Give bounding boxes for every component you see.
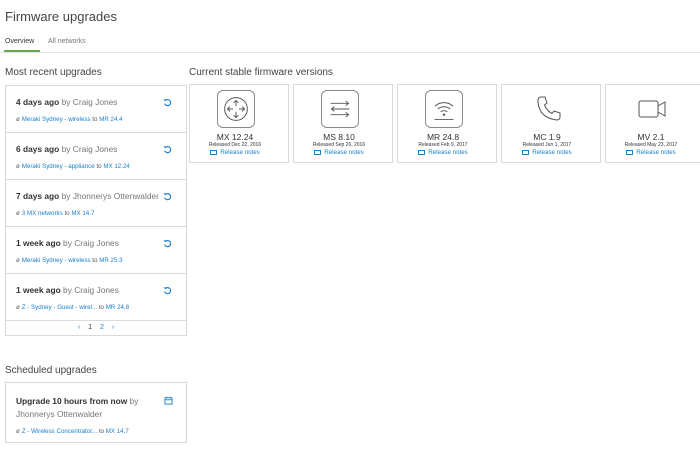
upgrade-item: 7 days ago by Jhonnerys Ottenwalder ø3 M… bbox=[6, 180, 186, 227]
network-icon: ø bbox=[16, 304, 20, 311]
tab-bar: Overview All networks bbox=[0, 33, 700, 53]
upgrade-time: 1 week ago bbox=[16, 285, 61, 295]
recent-upgrades-list: 4 days ago by Craig Jones ø Meraki Sydney… bbox=[5, 85, 187, 336]
network-link[interactable]: Meraki Sydney - appliance bbox=[22, 163, 95, 170]
notes-icon bbox=[418, 149, 426, 155]
upgrade-user: by Craig Jones bbox=[63, 285, 119, 295]
version-link[interactable]: MR 24.8 bbox=[106, 304, 129, 311]
release-notes-link[interactable]: Release notes bbox=[398, 149, 488, 156]
version-link[interactable]: MR 25.3 bbox=[99, 257, 122, 264]
to-label: to bbox=[98, 304, 104, 311]
to-label: to bbox=[64, 210, 70, 217]
notes-icon bbox=[314, 149, 322, 155]
scheduled-upgrade-item: Upgrade 10 hours from now by Jhonnerys O… bbox=[5, 382, 187, 443]
rollback-icon[interactable] bbox=[163, 286, 172, 295]
camera-icon bbox=[638, 100, 666, 118]
version-link[interactable]: MX 14.7 bbox=[71, 210, 94, 217]
release-notes-link[interactable]: Release notes bbox=[502, 149, 592, 156]
notes-icon bbox=[522, 149, 530, 155]
recent-upgrades-heading: Most recent upgrades bbox=[5, 67, 102, 78]
phone-icon bbox=[537, 96, 561, 121]
upgrade-time: 7 days ago bbox=[16, 191, 60, 201]
active-tab-indicator bbox=[4, 50, 40, 52]
network-icon: ø bbox=[16, 428, 20, 435]
firmware-release-date: Released Sep 26, 2016 bbox=[312, 142, 366, 148]
pager-prev-button[interactable]: ‹ bbox=[78, 324, 80, 331]
upgrade-item: 4 days ago by Craig Jones ø Meraki Sydney… bbox=[6, 86, 186, 133]
wireless-icon bbox=[434, 102, 454, 120]
rollback-icon[interactable] bbox=[163, 192, 172, 201]
firmware-card-mr: MR 24.8 Released Feb 9, 2017 Release not… bbox=[397, 84, 497, 163]
upgrade-item: 6 days ago by Craig Jones ø Meraki Sydney… bbox=[6, 133, 186, 180]
to-label: to bbox=[92, 116, 98, 123]
firmware-card-ms: MS 8.10 Released Sep 26, 2016 Release no… bbox=[293, 84, 393, 163]
version-link[interactable]: MR 24.4 bbox=[99, 116, 122, 123]
scheduled-upgrades-heading: Scheduled upgrades bbox=[5, 365, 97, 376]
firmware-card-mx: MX 12.24 Released Dec 22, 2016 Release n… bbox=[189, 84, 289, 163]
firmware-release-date: Released Feb 9, 2017 bbox=[418, 142, 468, 148]
network-link[interactable]: Meraki Sydney - wireless bbox=[22, 116, 91, 123]
upgrade-item: 1 week ago by Craig Jones øZ - Sydney - … bbox=[6, 274, 186, 321]
firmware-card-mv: MV 2.1 Released May 23, 2017 Release not… bbox=[605, 84, 700, 163]
network-link[interactable]: Z - Wireless Concentrator... bbox=[22, 428, 97, 435]
pager-page-1[interactable]: 1 bbox=[88, 324, 92, 331]
firmware-version: MV 2.1 bbox=[637, 132, 665, 142]
pager-page-2[interactable]: 2 bbox=[100, 324, 104, 331]
page-title: Firmware upgrades bbox=[5, 9, 117, 24]
release-notes-link[interactable]: Release notes bbox=[294, 149, 384, 156]
scheduled-time: Upgrade 10 hours from now bbox=[16, 396, 128, 406]
upgrade-time: 6 days ago bbox=[16, 144, 60, 154]
upgrade-time: 1 week ago bbox=[16, 238, 61, 248]
rollback-icon[interactable] bbox=[163, 239, 172, 248]
upgrade-user: by Craig Jones bbox=[61, 144, 118, 154]
rollback-icon[interactable] bbox=[163, 98, 172, 107]
firmware-version: MS 8.10 bbox=[323, 132, 355, 142]
notes-icon bbox=[626, 149, 634, 155]
rollback-icon[interactable] bbox=[163, 145, 172, 154]
network-icon: ø bbox=[16, 163, 20, 170]
firmware-version: MX 12.24 bbox=[216, 132, 254, 142]
network-link[interactable]: Meraki Sydney - wireless bbox=[22, 257, 91, 264]
pager-next-button[interactable]: › bbox=[112, 324, 114, 331]
network-link[interactable]: 3 MX networks bbox=[22, 210, 63, 217]
calendar-icon[interactable] bbox=[164, 396, 173, 405]
switch-icon bbox=[330, 100, 350, 118]
firmware-card-mc: MC 1.9 Released Jun 1, 2017 Release note… bbox=[501, 84, 601, 163]
notes-icon bbox=[210, 149, 218, 155]
network-icon: ø bbox=[16, 116, 20, 123]
version-link[interactable]: MX 12.24 bbox=[103, 163, 129, 170]
firmware-release-date: Released May 23, 2017 bbox=[624, 142, 678, 148]
upgrade-item: 1 week ago by Craig Jones ø Meraki Sydney… bbox=[6, 227, 186, 274]
current-firmware-heading: Current stable firmware versions bbox=[189, 67, 333, 78]
to-label: to bbox=[98, 428, 104, 435]
network-icon: ø bbox=[16, 210, 20, 217]
upgrade-user: by Jhonnerys Ottenwalder bbox=[61, 191, 159, 201]
tab-all-networks[interactable]: All networks bbox=[48, 38, 86, 45]
firmware-version: MC 1.9 bbox=[533, 132, 561, 142]
network-icon: ø bbox=[16, 257, 20, 264]
firmware-version: MR 24.8 bbox=[426, 132, 460, 142]
router-icon bbox=[224, 97, 248, 121]
upgrade-user: by Craig Jones bbox=[61, 97, 118, 107]
to-label: to bbox=[92, 257, 98, 264]
network-link[interactable]: Z - Sydney - Guest - wirel... bbox=[22, 304, 97, 311]
to-label: to bbox=[96, 163, 102, 170]
pagination: ‹ 1 2 › bbox=[6, 321, 186, 335]
upgrade-user: by Craig Jones bbox=[63, 238, 119, 248]
release-notes-link[interactable]: Release notes bbox=[606, 149, 696, 156]
firmware-release-date: Released Dec 22, 2016 bbox=[208, 142, 262, 148]
tab-overview[interactable]: Overview bbox=[5, 38, 34, 45]
upgrade-time: 4 days ago bbox=[16, 97, 60, 107]
firmware-release-date: Released Jun 1, 2017 bbox=[522, 142, 572, 148]
version-link[interactable]: MX 14.7 bbox=[106, 428, 129, 435]
release-notes-link[interactable]: Release notes bbox=[190, 149, 280, 156]
